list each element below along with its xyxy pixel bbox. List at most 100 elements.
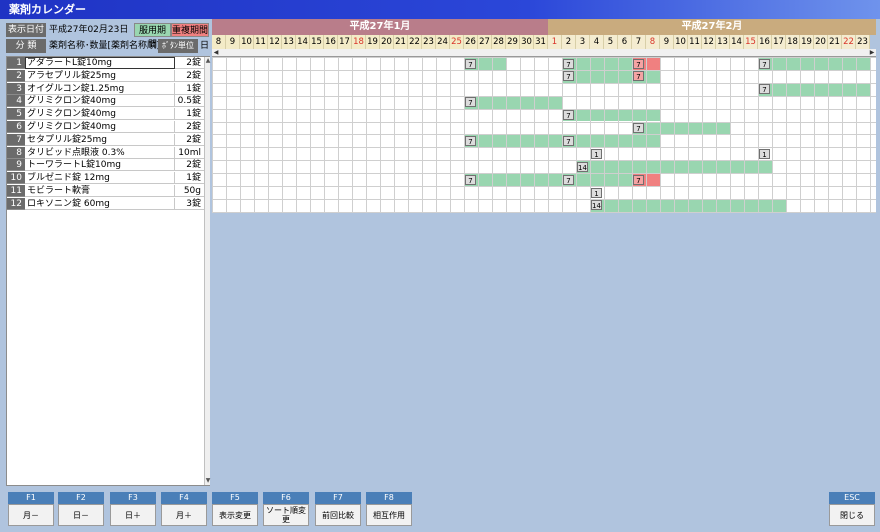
day-header[interactable]: 4 — [590, 35, 604, 49]
day-header[interactable]: 30 — [520, 35, 534, 49]
unit-value[interactable]: 日 — [200, 39, 209, 53]
day-header[interactable]: 29 — [506, 35, 520, 49]
fkey-button[interactable]: 日－ — [58, 504, 104, 526]
fkey-button[interactable]: 閉じる — [829, 504, 875, 526]
fkey-f8[interactable]: F8 相互作用 — [366, 492, 412, 526]
fkey-button[interactable]: 月＋ — [161, 504, 207, 526]
drug-row[interactable]: 10 ブルゼニド錠 12mg 1錠 — [7, 172, 204, 185]
day-header[interactable]: 31 — [534, 35, 548, 49]
day-header[interactable]: 17 — [338, 35, 352, 49]
dose-days-marker[interactable]: 7 — [465, 135, 476, 146]
dose-days-marker[interactable]: 7 — [563, 110, 574, 121]
day-header[interactable]: 11 — [254, 35, 268, 49]
drug-row[interactable]: 5 グリミクロン錠40mg 1錠 — [7, 108, 204, 121]
drug-row[interactable]: 9 トーワラートL錠10mg 2錠 — [7, 159, 204, 172]
day-header[interactable]: 18 — [352, 35, 366, 49]
day-header[interactable]: 15 — [310, 35, 324, 49]
day-header[interactable]: 22 — [408, 35, 422, 49]
fkey-esc[interactable]: ESC 閉じる — [829, 492, 875, 526]
dose-days-marker[interactable]: 7 — [759, 58, 770, 69]
day-header[interactable]: 8 — [212, 35, 226, 49]
dose-days-marker[interactable]: 7 — [563, 174, 574, 185]
day-header[interactable]: 1 — [548, 35, 562, 49]
day-header[interactable]: 9 — [226, 35, 240, 49]
scroll-right-icon[interactable]: ▶ — [868, 49, 876, 57]
fkey-button[interactable]: 表示変更 — [212, 504, 258, 526]
day-header[interactable]: 19 — [800, 35, 814, 49]
day-header[interactable]: 25 — [450, 35, 464, 49]
day-header[interactable]: 21 — [828, 35, 842, 49]
day-header[interactable]: 13 — [282, 35, 296, 49]
day-header[interactable]: 7 — [632, 35, 646, 49]
dose-days-marker[interactable]: 7 — [633, 123, 644, 133]
day-header[interactable]: 11 — [688, 35, 702, 49]
dose-days-marker[interactable]: 7 — [465, 97, 476, 108]
day-header[interactable]: 12 — [268, 35, 282, 49]
day-header[interactable]: 14 — [296, 35, 310, 49]
scroll-up-icon[interactable]: ▲ — [205, 57, 211, 65]
day-header[interactable]: 24 — [436, 35, 450, 49]
fkey-f2[interactable]: F2 日－ — [58, 492, 104, 526]
dose-days-marker[interactable]: 7 — [563, 135, 574, 146]
vertical-scrollbar[interactable]: ▲ ▼ — [204, 57, 210, 485]
dose-days-marker[interactable]: 7 — [759, 84, 770, 95]
day-header[interactable]: 5 — [604, 35, 618, 49]
fkey-f7[interactable]: F7 前回比較 — [315, 492, 361, 526]
day-header[interactable]: 19 — [366, 35, 380, 49]
day-header[interactable]: 13 — [716, 35, 730, 49]
calendar-grid[interactable]: 7 7 7 7 7 7 7 7 7 7 7 7 1 1 14 7 7 7 1 14 — [212, 57, 876, 213]
day-header[interactable]: 17 — [772, 35, 786, 49]
horizontal-scrollbar[interactable]: ◀ ▶ — [212, 49, 876, 57]
scroll-left-icon[interactable]: ◀ — [212, 49, 220, 57]
scroll-down-icon[interactable]: ▼ — [205, 477, 211, 485]
dose-days-marker[interactable]: 7 — [633, 71, 644, 82]
day-header[interactable]: 8 — [646, 35, 660, 49]
drug-row[interactable]: 8 タリビッド点眼液 0.3% 10ml — [7, 146, 204, 159]
fkey-button[interactable]: 日＋ — [110, 504, 156, 526]
day-header[interactable]: 10 — [674, 35, 688, 49]
drug-row[interactable]: 12 ロキソニン錠 60mg 3錠 — [7, 197, 204, 210]
dose-days-marker[interactable]: 1 — [591, 187, 602, 198]
fkey-button[interactable]: 月－ — [8, 504, 54, 526]
dose-days-marker[interactable]: 7 — [633, 58, 644, 69]
dose-days-marker[interactable]: 14 — [577, 161, 588, 172]
fkey-f4[interactable]: F4 月＋ — [161, 492, 207, 526]
day-header[interactable]: 20 — [814, 35, 828, 49]
dose-days-marker[interactable]: 7 — [465, 58, 476, 69]
category-value[interactable]: 薬剤名称･数量[薬剤名称順] — [49, 39, 160, 53]
drug-row[interactable]: 6 グリミクロン錠40mg 2錠 — [7, 121, 204, 133]
fkey-f5[interactable]: F5 表示変更 — [212, 492, 258, 526]
dose-days-marker[interactable]: 7 — [465, 174, 476, 185]
drug-row[interactable]: 11 モビラート軟膏 50g — [7, 185, 204, 197]
drug-list[interactable]: 1 アダラートL錠10mg 2錠 2 アラセプリル錠25mg 2錠 3 オイグルコン錠1.25… — [6, 56, 210, 486]
fkey-button[interactable]: 前回比較 — [315, 504, 361, 526]
day-header[interactable]: 16 — [758, 35, 772, 49]
drug-row[interactable]: 4 グリミクロン錠40mg 0.5錠 — [7, 95, 204, 108]
dose-days-marker[interactable]: 1 — [591, 148, 602, 159]
fkey-f1[interactable]: F1 月－ — [8, 492, 54, 526]
day-header[interactable]: 3 — [576, 35, 590, 49]
day-header[interactable]: 16 — [324, 35, 338, 49]
day-header[interactable]: 27 — [478, 35, 492, 49]
drug-row[interactable]: 2 アラセプリル錠25mg 2錠 — [7, 69, 204, 82]
day-header[interactable]: 14 — [730, 35, 744, 49]
dose-days-marker[interactable]: 7 — [563, 58, 574, 69]
fkey-button[interactable]: 相互作用 — [366, 504, 412, 526]
day-header[interactable]: 15 — [744, 35, 758, 49]
dose-days-marker[interactable]: 1 — [759, 148, 770, 159]
day-header[interactable]: 12 — [702, 35, 716, 49]
day-header[interactable]: 22 — [842, 35, 856, 49]
day-header[interactable]: 10 — [240, 35, 254, 49]
fkey-button[interactable]: ソート順変更 — [263, 504, 309, 526]
day-header[interactable]: 23 — [856, 35, 870, 49]
fkey-f6[interactable]: F6 ソート順変更 — [263, 492, 309, 526]
day-header[interactable]: 18 — [786, 35, 800, 49]
fkey-f3[interactable]: F3 日＋ — [110, 492, 156, 526]
day-header[interactable]: 28 — [492, 35, 506, 49]
dose-days-marker[interactable]: 7 — [633, 174, 644, 185]
day-header[interactable]: 23 — [422, 35, 436, 49]
drug-row[interactable]: 7 セタプリル錠25mg 2錠 — [7, 133, 204, 146]
day-header[interactable]: 6 — [618, 35, 632, 49]
day-header[interactable]: 21 — [394, 35, 408, 49]
day-header[interactable]: 26 — [464, 35, 478, 49]
